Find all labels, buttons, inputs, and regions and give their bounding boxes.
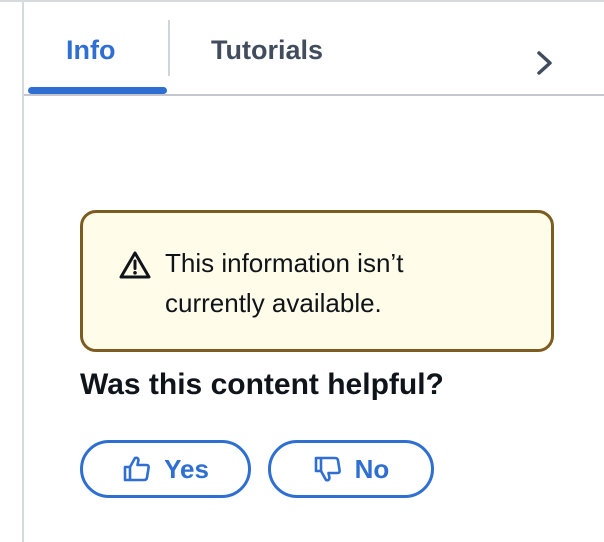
alert-message: This information isn’t currently availab… bbox=[165, 248, 404, 318]
tabs-bottom-border bbox=[24, 94, 604, 96]
help-panel: Info Tutorials This information isn’t cu… bbox=[0, 0, 604, 542]
tab-tutorials[interactable]: Tutorials bbox=[211, 30, 323, 70]
panel-top-border bbox=[0, 0, 604, 2]
tab-divider bbox=[168, 20, 170, 76]
tab-info[interactable]: Info bbox=[66, 30, 115, 70]
panel-left-border bbox=[22, 0, 24, 542]
chevron-right-icon bbox=[537, 51, 552, 75]
thumbs-up-icon bbox=[123, 456, 151, 482]
active-tab-indicator bbox=[28, 87, 167, 94]
no-label: No bbox=[354, 454, 390, 484]
feedback-question: Was this content helpful? bbox=[80, 368, 444, 401]
tabs-next-button[interactable] bbox=[528, 44, 562, 82]
yes-label: Yes bbox=[164, 454, 209, 484]
thumbs-down-icon bbox=[314, 456, 341, 482]
warning-alert: This information isn’t currently availab… bbox=[80, 210, 554, 352]
yes-button[interactable]: Yes bbox=[80, 440, 251, 498]
no-button[interactable]: No bbox=[268, 440, 434, 498]
warning-icon bbox=[119, 251, 151, 279]
